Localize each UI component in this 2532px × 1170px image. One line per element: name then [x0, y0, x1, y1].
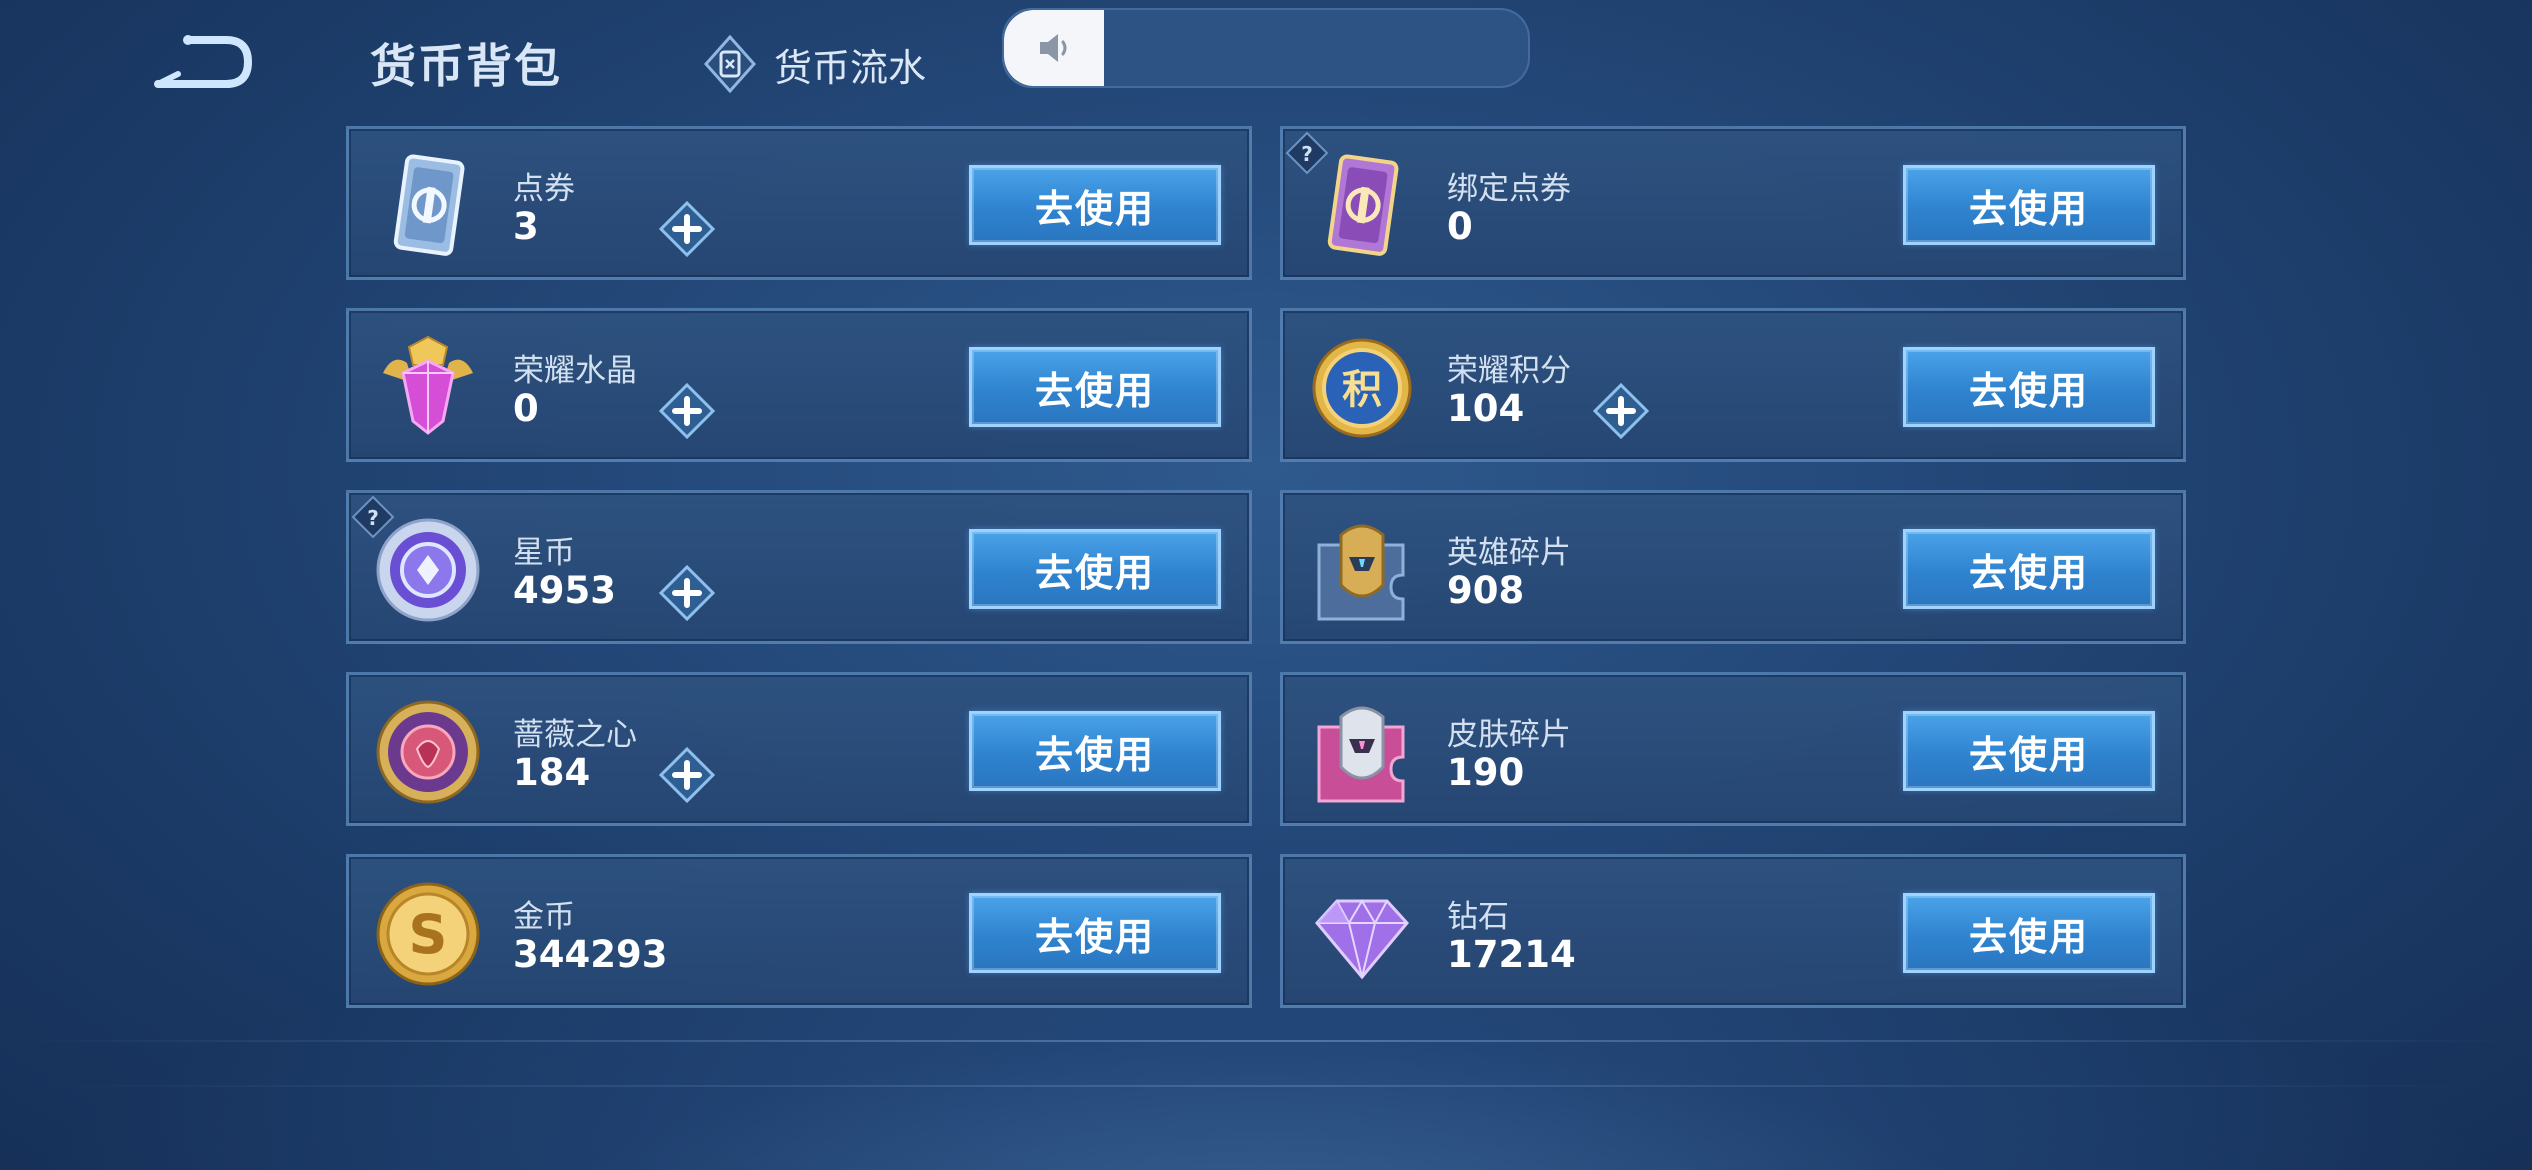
back-button[interactable]	[148, 34, 253, 92]
currency-card-hero-fragment: 英雄碎片 908 去使用	[1280, 490, 2186, 644]
svg-text:S: S	[409, 903, 448, 966]
speaker-icon	[1040, 34, 1067, 62]
use-button[interactable]: 去使用	[1903, 893, 2155, 973]
currency-card-glory-points: 积 荣耀积分 104 去使用	[1280, 308, 2186, 462]
currency-name: 钻石	[1447, 899, 1509, 935]
flow-record-icon	[704, 35, 756, 93]
use-button[interactable]: 去使用	[1903, 711, 2155, 791]
use-button[interactable]: 去使用	[969, 711, 1221, 791]
currency-card-diamond: 钻石 17214 去使用	[1280, 854, 2186, 1008]
use-button[interactable]: 去使用	[969, 893, 1221, 973]
page-title: 货币背包	[370, 39, 562, 93]
add-plus-icon[interactable]	[659, 201, 715, 257]
rose-heart-icon	[373, 697, 483, 807]
currency-amount: 17214	[1447, 933, 1576, 976]
currency-name: 皮肤碎片	[1447, 717, 1571, 753]
use-button[interactable]: 去使用	[1903, 529, 2155, 609]
currency-amount: 4953	[513, 569, 616, 612]
gold-coin-icon: S	[373, 879, 483, 989]
currency-card-skin-fragment: 皮肤碎片 190 去使用	[1280, 672, 2186, 826]
hero-fragment-icon	[1307, 515, 1417, 625]
currency-amount: 190	[1447, 751, 1525, 794]
diamond-icon	[1307, 879, 1417, 989]
background-line	[0, 1085, 2532, 1087]
skin-fragment-icon	[1307, 697, 1417, 807]
tab-currency-flow-label: 货币流水	[774, 45, 927, 90]
currency-card-gold-coin: S 金币 344293 去使用	[346, 854, 1252, 1008]
currency-card-glory-crystal: 荣耀水晶 0 去使用	[346, 308, 1252, 462]
add-plus-icon[interactable]	[659, 747, 715, 803]
currency-amount: 0	[513, 387, 539, 430]
currency-name: 点券	[513, 171, 575, 207]
use-button[interactable]: 去使用	[1903, 347, 2155, 427]
volume-slider-fill	[1004, 10, 1104, 86]
currency-amount: 908	[1447, 569, 1525, 612]
add-plus-icon[interactable]	[659, 565, 715, 621]
voucher-card-icon	[373, 151, 483, 261]
add-plus-icon[interactable]	[1593, 383, 1649, 439]
bound-voucher-card-icon	[1307, 151, 1417, 261]
currency-name: 蔷薇之心	[513, 717, 637, 753]
currency-grid: 点券 3 去使用 ? 绑定点券 0 去使用 荣耀水晶 0 去使用 积 荣耀积分 …	[346, 126, 2186, 1008]
use-button[interactable]: 去使用	[969, 165, 1221, 245]
currency-card-voucher: 点券 3 去使用	[346, 126, 1252, 280]
currency-card-rose-heart: 蔷薇之心 184 去使用	[346, 672, 1252, 826]
currency-name: 英雄碎片	[1447, 535, 1571, 571]
add-plus-icon[interactable]	[659, 383, 715, 439]
glory-crystal-icon	[373, 333, 483, 443]
volume-slider[interactable]	[1002, 8, 1530, 88]
currency-amount: 0	[1447, 205, 1473, 248]
currency-name: 星币	[513, 535, 575, 571]
use-button[interactable]: 去使用	[969, 347, 1221, 427]
use-button[interactable]: 去使用	[969, 529, 1221, 609]
currency-name: 金币	[513, 899, 575, 935]
use-button[interactable]: 去使用	[1903, 165, 2155, 245]
currency-name: 荣耀积分	[1447, 353, 1571, 389]
back-arrow-icon	[154, 35, 253, 88]
background-line	[0, 1040, 2532, 1042]
currency-card-star-coin: ? 星币 4953 去使用	[346, 490, 1252, 644]
currency-amount: 104	[1447, 387, 1525, 430]
currency-amount: 3	[513, 205, 539, 248]
currency-name: 绑定点券	[1447, 171, 1571, 207]
currency-name: 荣耀水晶	[513, 353, 637, 389]
currency-amount: 344293	[513, 933, 668, 976]
tab-currency-flow[interactable]: 货币流水	[704, 34, 926, 94]
glory-points-icon: 积	[1307, 333, 1417, 443]
currency-amount: 184	[513, 751, 591, 794]
svg-text:积: 积	[1342, 367, 1382, 413]
star-coin-icon	[373, 515, 483, 625]
currency-card-bound-voucher: ? 绑定点券 0 去使用	[1280, 126, 2186, 280]
